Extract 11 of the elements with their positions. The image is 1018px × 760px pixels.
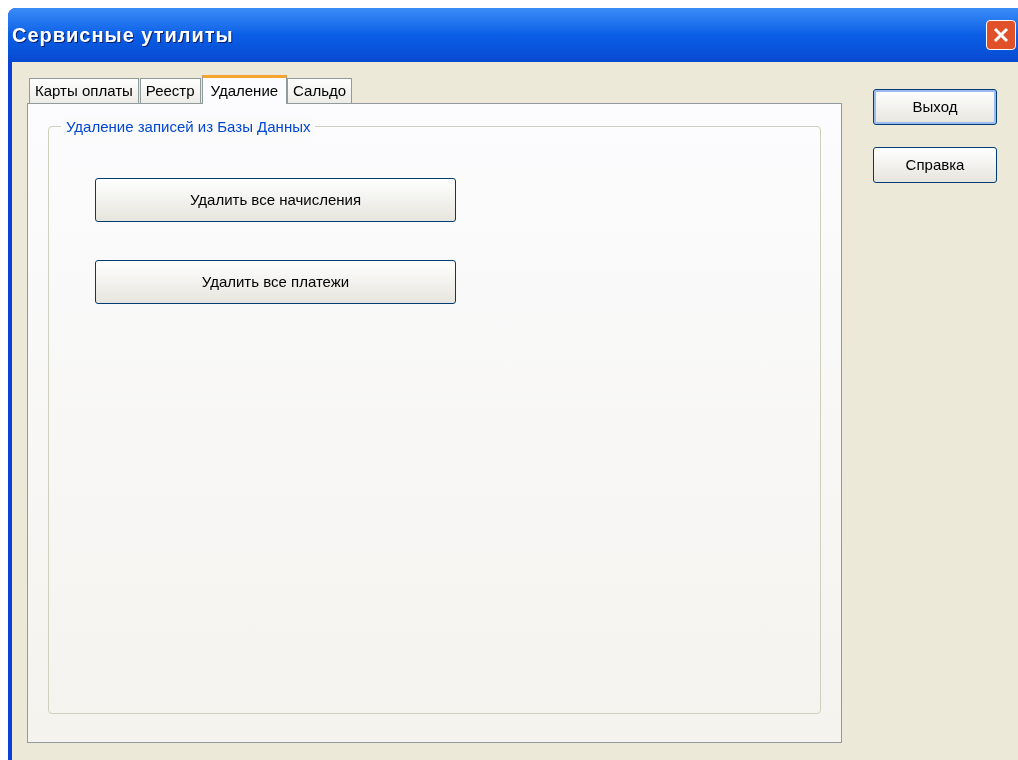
action-button[interactable]: Удалить все начисления xyxy=(95,178,456,222)
close-icon xyxy=(992,26,1010,44)
dialog-button[interactable]: Справка xyxy=(873,147,997,183)
tab[interactable]: Удаление xyxy=(201,75,288,104)
tab[interactable]: Сальдо xyxy=(287,78,353,103)
dialog-button[interactable]: Выход xyxy=(873,89,997,125)
action-button[interactable]: Удалить все платежи xyxy=(95,260,456,304)
tab[interactable]: Реестр xyxy=(139,78,201,103)
close-button[interactable] xyxy=(986,20,1016,50)
tab[interactable]: Карты оплаты xyxy=(29,78,139,103)
window-title: Сервисные утилиты xyxy=(12,23,234,48)
